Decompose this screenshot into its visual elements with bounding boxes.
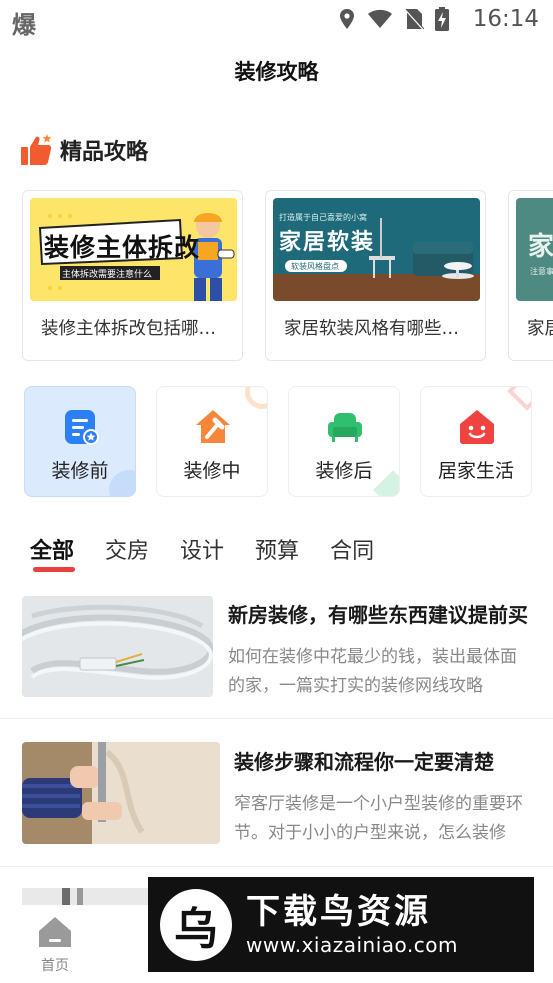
featured-section-title: 精品攻略 [60, 140, 149, 165]
watermark-title: 下载鸟资源 [246, 891, 431, 932]
featured-card-image-title: 家居 [528, 232, 553, 262]
featured-card-image: 家居 注意事 [516, 198, 553, 301]
sofa-icon [325, 407, 365, 447]
category-during-renovation[interactable]: 装修中 [156, 386, 268, 497]
page-title: 装修攻略 [234, 60, 319, 84]
tab-label: 合同 [330, 539, 375, 564]
featured-card-image: 打造属于自己喜爱的小窝 家居软装 软装风格盘点 [273, 198, 480, 301]
article-list-item[interactable]: 装修步骤和流程你一定要清楚 窄客厅装修是一个小户型装修的重要环节。对于小小的户型… [0, 742, 553, 864]
featured-section-header: 精品攻略 [20, 133, 148, 167]
active-tab-indicator [33, 567, 75, 572]
watermark-banner: 乌 下载鸟资源 www.xiazainiao.com [148, 877, 534, 972]
tab-label: 设计 [180, 539, 225, 564]
watermark-logo: 乌 [160, 888, 232, 961]
featured-card[interactable]: 装修主体拆改 主体拆改需要注意什么 装修主体拆改包括哪些内容 [22, 190, 243, 361]
category-home-life[interactable]: 居家生活 [420, 386, 532, 497]
tab-contract[interactable]: 合同 [330, 533, 374, 565]
nav-home-label: 首页 [41, 958, 69, 974]
article-description: 窄客厅装修是一个小户型装修的重要环节。对于小小的户型来说，怎么装修 [234, 794, 523, 843]
tab-design[interactable]: 设计 [180, 533, 224, 565]
category-after-renovation[interactable]: 装修后 [288, 386, 400, 497]
category-label: 装修中 [183, 460, 241, 482]
article-thumbnail [22, 596, 213, 697]
smiling-house-icon [457, 407, 497, 447]
article-title: 装修步骤和流程你一定要清楚 [234, 750, 494, 774]
article-thumbnail [22, 742, 220, 844]
featured-card[interactable]: 打造属于自己喜爱的小窝 家居软装 软装风格盘点 家居软装风格有哪些类型 [265, 190, 486, 361]
category-before-renovation[interactable]: 装修前 [24, 386, 136, 497]
article-description: 如何在装修中花最少的钱，装出最体面的家，一篇实打实的装修网线攻略 [228, 647, 517, 696]
featured-card-image: 装修主体拆改 主体拆改需要注意什么 [30, 198, 237, 301]
category-grid: 装修前 装修中 装修后 居家生活 [24, 386, 534, 498]
featured-card-image-tag: 软装风格盘点 [291, 262, 339, 271]
divider [0, 718, 553, 719]
tab-all[interactable]: 全部 [30, 533, 75, 572]
battery-charging-icon [435, 7, 449, 35]
watermark-url: www.xiazainiao.com [246, 932, 458, 957]
wifi-icon [367, 9, 393, 33]
house-hammer-icon [193, 407, 233, 447]
no-sim-icon [404, 8, 425, 34]
status-bar: 爆 16:14 [0, 0, 553, 39]
thumbs-up-icon [20, 133, 54, 167]
tab-label: 预算 [255, 539, 300, 564]
featured-card-image-small-text: 打造属于自己喜爱的小窝 [279, 213, 367, 222]
status-icons [338, 7, 449, 35]
featured-card-image-title: 装修主体拆改 [44, 233, 201, 262]
tab-handover[interactable]: 交房 [105, 533, 149, 565]
clock: 16:14 [472, 6, 539, 32]
tab-label: 交房 [105, 539, 150, 564]
divider [0, 866, 553, 867]
article-list-item[interactable]: 新房装修，有哪些东西建议提前买 如何在装修中花最少的钱，装出最体面的家，一篇实打… [0, 596, 553, 718]
tab-budget[interactable]: 预算 [255, 533, 299, 565]
featured-card-image-title: 家居软装 [279, 230, 376, 255]
app-notification-glyph: 爆 [12, 11, 36, 39]
clipboard-icon [61, 407, 101, 447]
featured-card-caption: 装修主体拆改包括哪些内容 [41, 319, 231, 339]
article-title: 新房装修，有哪些东西建议提前买 [228, 603, 528, 627]
tab-label: 全部 [30, 539, 75, 564]
featured-carousel[interactable]: 装修主体拆改 主体拆改需要注意什么 装修主体拆改包括哪些内容 打造属于自己喜爱的… [22, 190, 553, 362]
featured-card-image-subtitle: 主体拆改需要注意什么 [62, 270, 153, 280]
featured-card-image-small-text: 注意事 [530, 267, 553, 276]
home-icon [30, 915, 80, 953]
featured-card-caption: 家居软装风格有哪些类型 [284, 319, 474, 339]
featured-card[interactable]: 家居 注意事 家居 [508, 190, 553, 361]
category-tabs: 全部 交房 设计 预算 合同 [30, 533, 405, 572]
category-label: 居家生活 [437, 460, 514, 482]
featured-card-caption: 家居 [527, 319, 553, 339]
nav-home[interactable]: 首页 [30, 915, 80, 975]
location-icon [338, 8, 356, 34]
